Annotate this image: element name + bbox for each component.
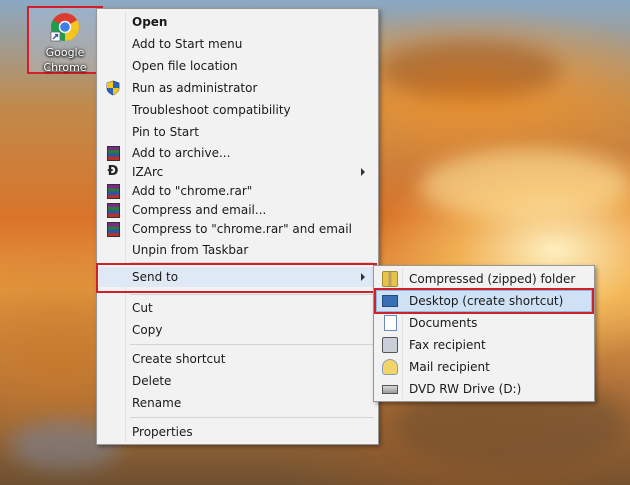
menu-item-izarc[interactable]: Ð IZArc [99,162,376,182]
menu-item-label: Delete [132,374,172,388]
menu-item-copy[interactable]: Copy [99,320,376,340]
menu-item-label: IZArc [132,165,164,179]
submenu-item-fax-recipient[interactable]: Fax recipient [376,335,592,355]
menu-item-label: Open [132,15,168,29]
shield-icon [106,80,120,96]
winrar-icon [107,203,120,218]
menu-item-add-to-start-menu[interactable]: Add to Start menu [99,34,376,54]
submenu-item-mail-recipient[interactable]: Mail recipient [376,357,592,377]
menu-item-label: Run as administrator [132,81,258,95]
menu-item-unpin-from-taskbar[interactable]: Unpin from Taskbar [99,240,376,260]
menu-item-label: Compress to "chrome.rar" and email [132,222,352,236]
send-to-submenu: Compressed (zipped) folder Desktop (crea… [373,265,595,402]
submenu-arrow-icon [361,168,365,176]
menu-item-open-file-location[interactable]: Open file location [99,56,376,76]
label-line-1: Google [45,46,85,59]
izarc-icon: Ð [107,164,119,179]
menu-item-label: Create shortcut [132,352,226,366]
menu-item-create-shortcut[interactable]: Create shortcut [99,349,376,369]
menu-separator [130,294,374,295]
menu-separator [130,344,374,345]
context-menu: Open Add to Start menu Open file locatio… [96,8,379,445]
menu-item-label: Cut [132,301,153,315]
menu-item-label: Pin to Start [132,125,199,139]
menu-item-troubleshoot-compatibility[interactable]: Troubleshoot compatibility [99,100,376,120]
menu-item-open[interactable]: Open [99,12,376,32]
menu-item-compress-to-chrome-rar-and-email[interactable]: Compress to "chrome.rar" and email [99,219,376,239]
menu-item-label: Add to archive... [132,146,231,160]
send-to-highlight-box [96,263,377,293]
menu-item-label: Add to "chrome.rar" [132,184,253,198]
cloud [380,40,560,100]
documents-icon [384,315,397,331]
submenu-item-label: Compressed (zipped) folder [409,272,576,286]
menu-item-cut[interactable]: Cut [99,298,376,318]
menu-item-label: Open file location [132,59,238,73]
winrar-icon [107,184,120,199]
menu-item-add-to-chrome-rar[interactable]: Add to "chrome.rar" [99,181,376,201]
dvd-drive-icon [382,385,398,394]
menu-item-label: Compress and email... [132,203,267,217]
menu-item-run-as-administrator[interactable]: Run as administrator [99,78,376,98]
submenu-item-label: Documents [409,316,478,330]
submenu-item-label: Mail recipient [409,360,490,374]
submenu-item-label: DVD RW Drive (D:) [409,382,522,396]
submenu-item-dvd-rw-drive[interactable]: DVD RW Drive (D:) [376,379,592,399]
menu-item-label: Unpin from Taskbar [132,243,249,257]
menu-item-label: Copy [132,323,163,337]
mail-icon [382,359,398,375]
submenu-item-label: Fax recipient [409,338,486,352]
desktop-icon-google-chrome[interactable]: Google Chrome [27,6,103,74]
menu-item-properties[interactable]: Properties [99,422,376,442]
menu-item-rename[interactable]: Rename [99,393,376,413]
submenu-item-compressed-zipped-folder[interactable]: Compressed (zipped) folder [376,269,592,289]
menu-item-label: Properties [132,425,193,439]
winrar-icon [107,222,120,237]
menu-item-pin-to-start[interactable]: Pin to Start [99,122,376,142]
desktop-icon-label: Google Chrome [31,45,99,75]
desktop-shortcut-highlight-box [374,288,594,314]
menu-item-delete[interactable]: Delete [99,371,376,391]
fax-icon [382,337,398,353]
submenu-item-documents[interactable]: Documents [376,313,592,333]
cloud [420,150,630,220]
menu-item-label: Troubleshoot compatibility [132,103,291,117]
menu-item-add-to-archive[interactable]: Add to archive... [99,143,376,163]
menu-item-label: Rename [132,396,182,410]
menu-item-compress-and-email[interactable]: Compress and email... [99,200,376,220]
chrome-logo-icon [50,13,79,42]
winrar-icon [107,146,120,161]
label-line-2: Chrome [43,61,87,74]
zip-folder-icon [382,271,398,287]
menu-separator [130,417,374,418]
menu-item-label: Add to Start menu [132,37,243,51]
